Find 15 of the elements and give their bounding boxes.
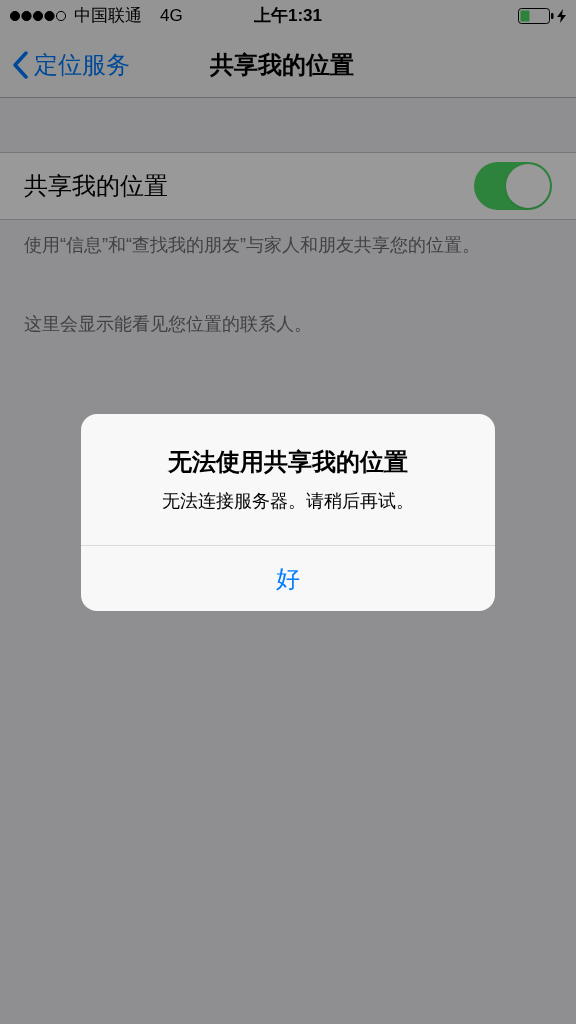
alert-message: 无法连接服务器。请稍后再试。 (162, 490, 414, 513)
carrier-name: 中国联通 (74, 5, 142, 28)
footer-note: 使用“信息”和“查找我的朋友”与家人和朋友共享您的位置。 (23, 234, 481, 257)
footer-note: 这里会显示能看见您位置的联系人。 (23, 313, 313, 336)
signal-icon (10, 10, 66, 22)
page-title: 共享我的位置 (210, 49, 354, 80)
battery-icon (518, 8, 554, 24)
status-time: 上午1:31 (254, 5, 322, 28)
network-type: 4G (160, 5, 183, 28)
back-chevron-icon (12, 50, 28, 79)
back-button[interactable]: 定位服务 (0, 46, 130, 83)
alert-title: 无法使用共享我的位置 (168, 447, 408, 477)
alert-button[interactable]: 好 (81, 545, 495, 611)
toggle-switch[interactable] (474, 162, 552, 210)
setting-label: 共享我的位置 (24, 171, 168, 201)
